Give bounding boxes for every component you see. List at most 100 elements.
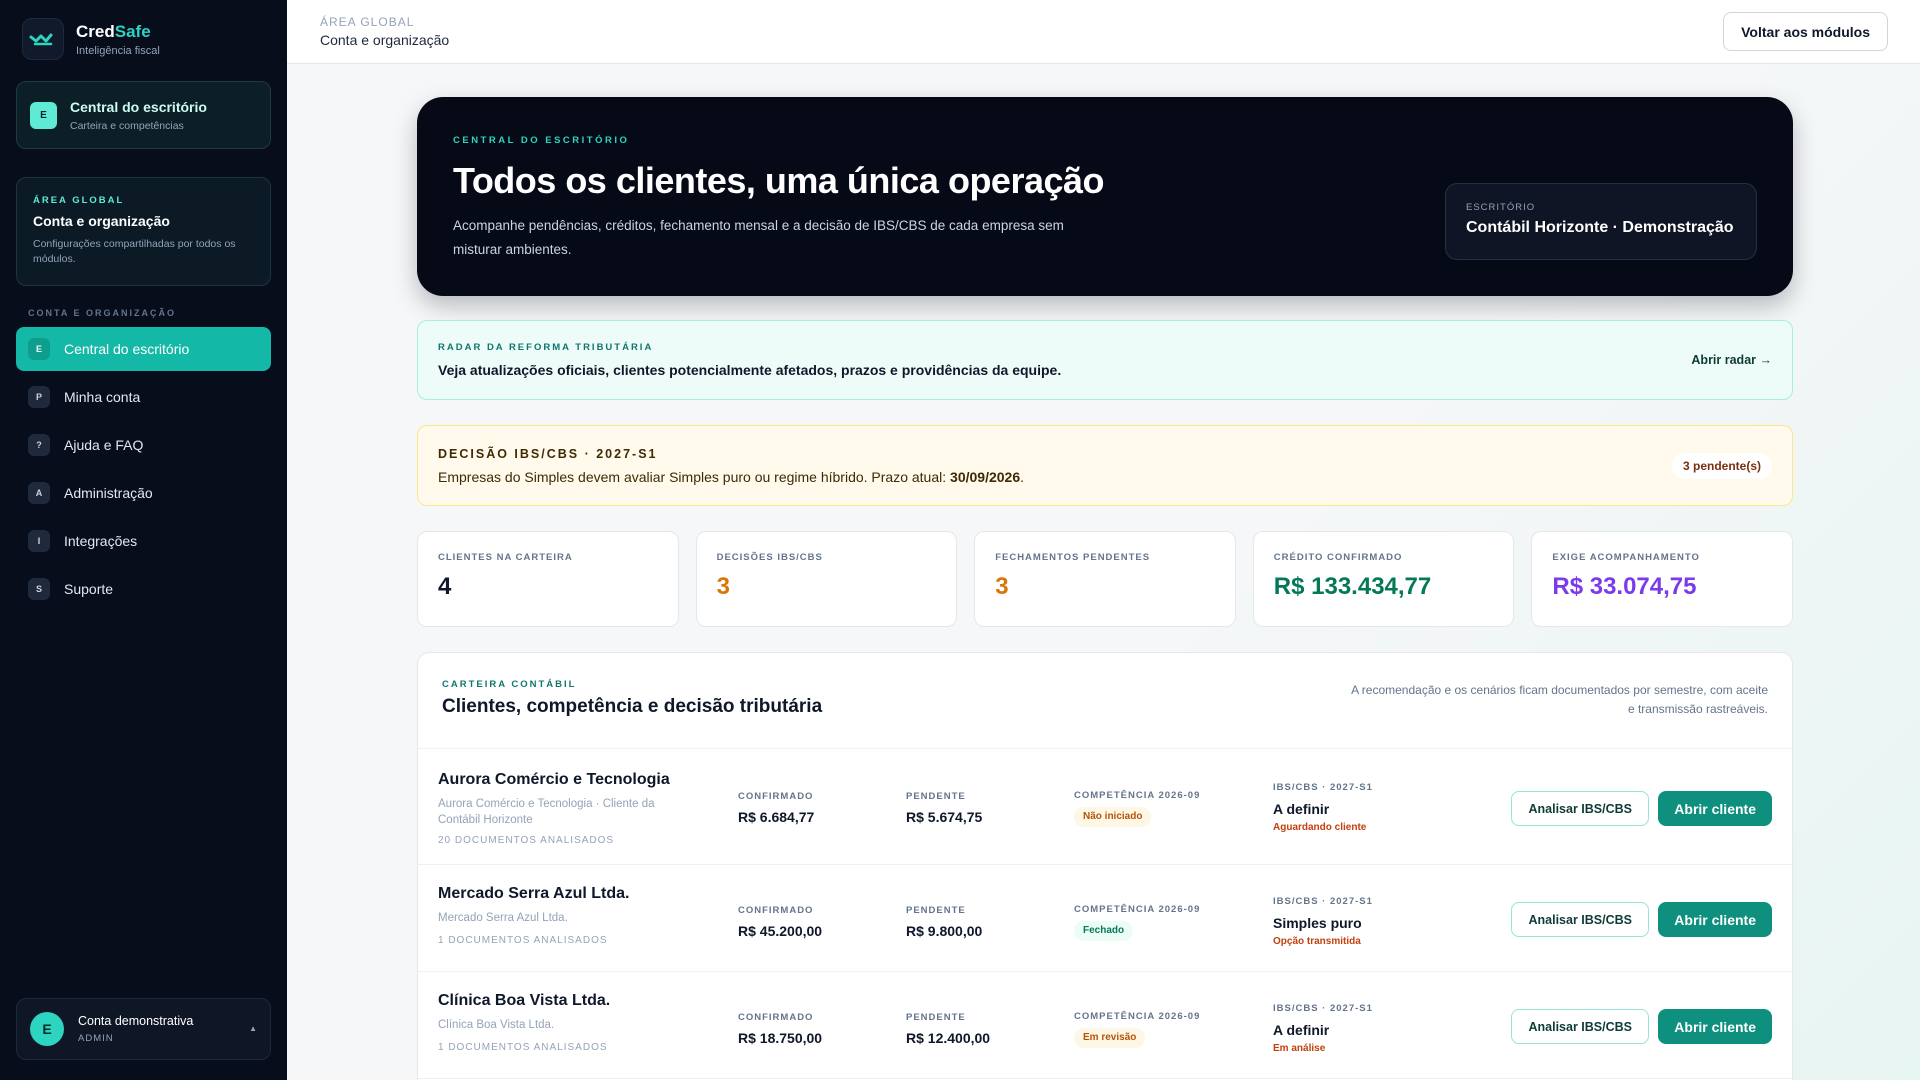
- decision-status: Em análise: [1273, 1043, 1326, 1054]
- nav-badge: P: [28, 386, 50, 408]
- global-area-title: Conta e organização: [33, 213, 170, 229]
- sidebar-item-minha-conta[interactable]: P Minha conta: [16, 375, 271, 419]
- open-client-button[interactable]: Abrir cliente: [1658, 902, 1772, 937]
- user-menu[interactable]: E Conta demonstrativa ADMIN ▲: [16, 998, 271, 1060]
- client-docs-count: 1 DOCUMENTOS ANALISADOS: [438, 935, 608, 946]
- hero-description: Acompanhe pendências, créditos, fechamen…: [453, 218, 1064, 257]
- brand[interactable]: CredSafe Inteligência fiscal: [22, 18, 160, 60]
- analyze-ibs-cbs-button[interactable]: Analisar IBS/CBS: [1511, 791, 1649, 826]
- decision-col-label: IBS/CBS · 2027-S1: [1273, 1003, 1373, 1014]
- status-badge: Em revisão: [1074, 1028, 1146, 1048]
- global-area-description: Configurações compartilhadas por todos o…: [33, 238, 236, 265]
- decision-column: IBS/CBS · 2027-S1 A definir Em análise: [1273, 1003, 1373, 1054]
- sidebar-item-integracoes[interactable]: I Integrações: [16, 519, 271, 563]
- pending-value: R$ 5.674,75: [906, 809, 983, 825]
- decision-text: Empresas do Simples devem avaliar Simple…: [438, 469, 1024, 485]
- kpi-label: CRÉDITO CONFIRMADO: [1273, 552, 1403, 563]
- back-to-modules-button[interactable]: Voltar aos módulos: [1723, 12, 1888, 51]
- confirmed-column: CONFIRMADO R$ 45.200,00: [738, 905, 822, 939]
- competence-label: COMPETÊNCIA 2026-09: [1074, 790, 1201, 801]
- client-name: Clínica Boa Vista Ltda.: [438, 992, 611, 1009]
- sidebar-nav: E Central do escritório P Minha conta ? …: [16, 327, 271, 615]
- confirmed-column: CONFIRMADO R$ 18.750,00: [738, 1012, 822, 1046]
- office-card: ESCRITÓRIO Contábil Horizonte · Demonstr…: [1445, 183, 1757, 260]
- sidebar-item-administracao[interactable]: A Administração: [16, 471, 271, 515]
- office-name: Contábil Horizonte · Demonstração: [1466, 219, 1734, 236]
- user-role: ADMIN: [78, 1033, 114, 1044]
- confirmed-value: R$ 45.200,00: [738, 923, 823, 939]
- brand-name: CredSafe: [76, 21, 151, 41]
- kpi-label: DECISÕES IBS/CBS: [716, 552, 823, 563]
- nav-badge: A: [28, 482, 50, 504]
- sidebar-item-label: Administração: [64, 485, 153, 501]
- pending-value: R$ 9.800,00: [906, 923, 983, 939]
- client-row: Clínica Boa Vista Ltda. Clínica Boa Vist…: [418, 972, 1792, 1079]
- analyze-ibs-cbs-button[interactable]: Analisar IBS/CBS: [1511, 1009, 1649, 1044]
- client-subtitle: Mercado Serra Azul Ltda.: [438, 912, 568, 924]
- client-name: Aurora Comércio e Tecnologia: [438, 771, 670, 788]
- main-content: CENTRAL DO ESCRITÓRIO Todos os clientes,…: [287, 64, 1920, 1080]
- decision-status: Aguardando cliente: [1273, 822, 1367, 833]
- confirmed-value: R$ 18.750,00: [738, 1030, 823, 1046]
- module-switcher[interactable]: E Central do escritório Carteira e compe…: [16, 81, 271, 149]
- decision-value: Simples puro: [1273, 915, 1362, 931]
- kpi-fechamentos-pendentes: FECHAMENTOS PENDENTES 3: [974, 531, 1236, 627]
- caret-up-icon: ▲: [249, 1024, 257, 1033]
- portfolio-label: CARTEIRA CONTÁBIL: [442, 679, 577, 690]
- module-subtitle: Carteira e competências: [70, 119, 184, 132]
- client-docs-count: 1 DOCUMENTOS ANALISADOS: [438, 1042, 608, 1053]
- kpi-clientes-carteira: CLIENTES NA CARTEIRA 4: [417, 531, 679, 627]
- confirmed-label: CONFIRMADO: [738, 1012, 814, 1023]
- nav-badge: S: [28, 578, 50, 600]
- sidebar-item-central-escritorio[interactable]: E Central do escritório: [16, 327, 271, 371]
- brand-tagline: Inteligência fiscal: [76, 44, 160, 57]
- nav-section-label: CONTA E ORGANIZAÇÃO: [28, 308, 176, 318]
- competence-column: COMPETÊNCIA 2026-09 Não iniciado: [1074, 790, 1200, 827]
- decision-deadline: 30/09/2026: [950, 469, 1021, 485]
- kpi-value: R$ 33.074,75: [1552, 573, 1697, 600]
- sidebar-item-ajuda-faq[interactable]: ? Ajuda e FAQ: [16, 423, 271, 467]
- decision-label: DECISÃO IBS/CBS · 2027-S1: [438, 447, 658, 461]
- client-docs-count: 20 DOCUMENTOS ANALISADOS: [438, 835, 615, 846]
- competence-label: COMPETÊNCIA 2026-09: [1074, 1011, 1201, 1022]
- client-name: Mercado Serra Azul Ltda.: [438, 885, 630, 902]
- portfolio-title: Clientes, competência e decisão tributár…: [442, 696, 823, 717]
- radar-text: Veja atualizações oficiais, clientes pot…: [438, 362, 1062, 378]
- open-radar-link[interactable]: Abrir radar →: [1691, 353, 1772, 367]
- topbar: ÁREA GLOBAL Conta e organização Voltar a…: [287, 0, 1920, 64]
- breadcrumb-page: Conta e organização: [320, 32, 450, 48]
- open-client-button[interactable]: Abrir cliente: [1658, 1009, 1772, 1044]
- competence-label: COMPETÊNCIA 2026-09: [1074, 904, 1201, 915]
- pending-column: PENDENTE R$ 12.400,00: [906, 1012, 990, 1046]
- pending-label: PENDENTE: [906, 1012, 966, 1023]
- breadcrumb-area: ÁREA GLOBAL: [320, 15, 415, 29]
- office-label: ESCRITÓRIO: [1466, 202, 1536, 213]
- kpi-label: CLIENTES NA CARTEIRA: [438, 552, 573, 563]
- decision-col-label: IBS/CBS · 2027-S1: [1273, 782, 1373, 793]
- kpi-value: R$ 133.434,77: [1273, 573, 1432, 600]
- kpi-exige-acompanhamento: EXIGE ACOMPANHAMENTO R$ 33.074,75: [1531, 531, 1793, 627]
- sidebar-item-label: Ajuda e FAQ: [64, 437, 144, 453]
- sidebar: CredSafe Inteligência fiscal E Central d…: [0, 0, 287, 1080]
- competence-column: COMPETÊNCIA 2026-09 Fechado: [1074, 904, 1200, 941]
- decision-column: IBS/CBS · 2027-S1 Simples puro Opção tra…: [1273, 896, 1373, 947]
- status-badge: Não iniciado: [1074, 807, 1152, 827]
- confirmed-column: CONFIRMADO R$ 6.684,77: [738, 791, 814, 825]
- status-badge: Fechado: [1074, 921, 1134, 941]
- open-client-button[interactable]: Abrir cliente: [1658, 791, 1772, 826]
- decision-col-label: IBS/CBS · 2027-S1: [1273, 896, 1373, 907]
- global-area-label: ÁREA GLOBAL: [33, 195, 125, 206]
- analyze-ibs-cbs-button[interactable]: Analisar IBS/CBS: [1511, 902, 1649, 937]
- pending-count-badge[interactable]: 3 pendente(s): [1671, 453, 1772, 479]
- pending-label: PENDENTE: [906, 791, 966, 802]
- global-area-card: ÁREA GLOBAL Conta e organização Configur…: [16, 177, 271, 286]
- sidebar-item-label: Central do escritório: [64, 341, 190, 357]
- credsafe-logo-icon: [22, 18, 64, 60]
- sidebar-item-suporte[interactable]: S Suporte: [16, 567, 271, 611]
- module-badge: E: [30, 101, 57, 129]
- portfolio-note: A recomendação e os cenários ficam docum…: [1351, 683, 1768, 716]
- competence-column: COMPETÊNCIA 2026-09 Em revisão: [1074, 1011, 1200, 1048]
- pending-column: PENDENTE R$ 9.800,00: [906, 905, 982, 939]
- kpi-value: 3: [716, 573, 730, 600]
- kpi-credito-confirmado: CRÉDITO CONFIRMADO R$ 133.434,77: [1252, 531, 1515, 627]
